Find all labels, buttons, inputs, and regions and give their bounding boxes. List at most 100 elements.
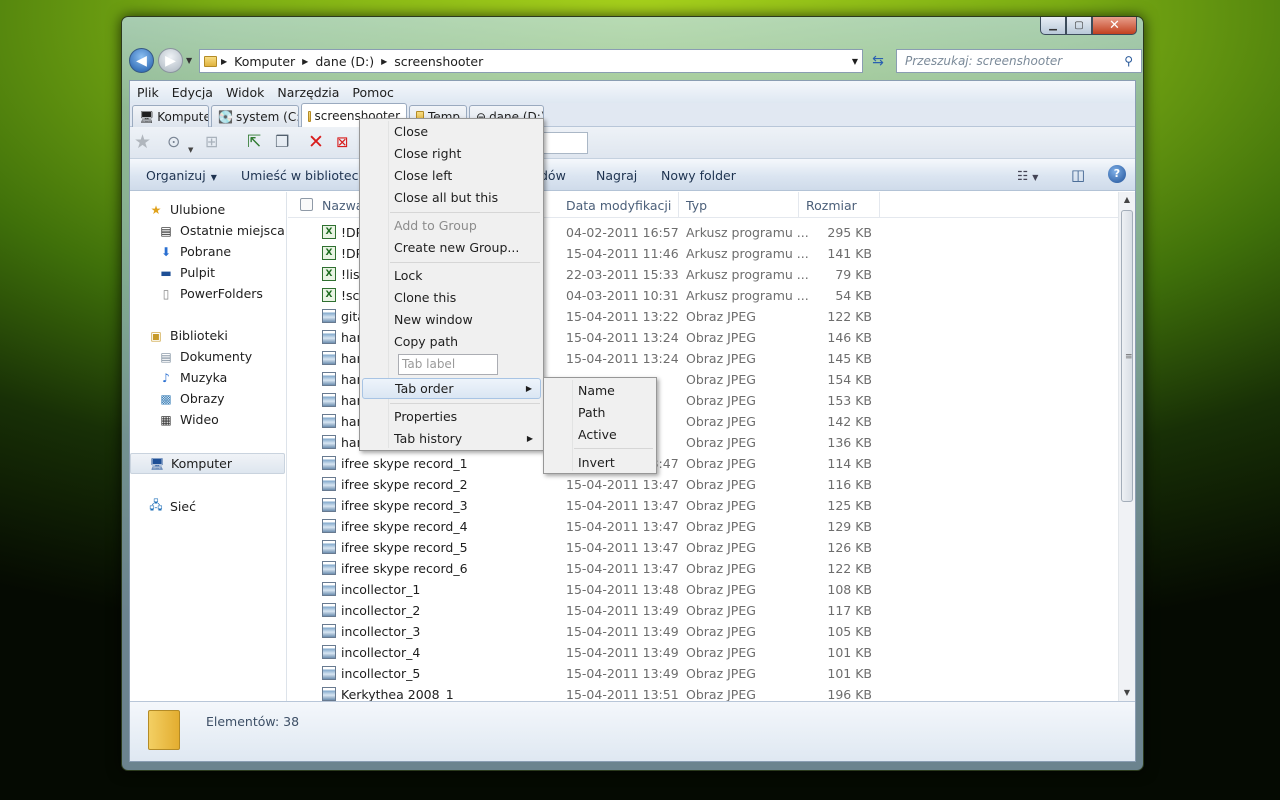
chevron-right-icon[interactable]: ▶ <box>381 57 387 66</box>
search-icon[interactable]: ⚲ <box>1124 54 1133 68</box>
network-icon: 🖧 <box>149 498 163 512</box>
address-segment-computer[interactable]: Komputer <box>234 54 295 69</box>
folder-icon <box>204 55 217 67</box>
burn-button[interactable]: Nagraj <box>596 168 637 183</box>
nav-video[interactable]: ▦ Wideo <box>158 412 219 427</box>
submenu-item-active[interactable]: Active <box>546 424 654 445</box>
help-icon[interactable]: ? <box>1108 165 1126 183</box>
menu-tools[interactable]: Narzędzia <box>277 85 339 100</box>
submenu-item-invert[interactable]: Invert <box>546 452 654 473</box>
tab-filter-input[interactable] <box>541 132 588 154</box>
menu-item-tab-history[interactable]: Tab history ▶ <box>362 428 541 449</box>
close-other-tabs-icon[interactable]: ⊠ <box>336 131 349 153</box>
column-name[interactable]: Nazwa <box>322 198 363 213</box>
nav-libraries[interactable]: ▣ Biblioteki <box>148 328 228 343</box>
tab-label-input[interactable]: Tab label <box>398 354 498 375</box>
table-row[interactable]: ifree skype record_4 15-04-2011 13:47 Obra… <box>288 516 1118 537</box>
desktop-icon: ▬ <box>160 265 172 280</box>
windows-flag-icon[interactable]: ⊞ <box>205 131 218 153</box>
close-window-button[interactable]: ✕ <box>1092 17 1137 35</box>
column-type[interactable]: Typ <box>686 198 707 213</box>
chevron-right-icon[interactable]: ▶ <box>221 57 227 66</box>
chevron-down-icon[interactable]: ▼ <box>188 139 193 161</box>
forward-button[interactable]: ▶ <box>158 48 183 73</box>
view-options-icon[interactable]: ☷ ▼ <box>1017 168 1038 183</box>
menu-item-tab-order[interactable]: Tab order ▶ <box>362 378 541 399</box>
include-in-library-button[interactable]: Umieść w bibliotece▼ <box>241 168 377 183</box>
new-folder-button[interactable]: Nowy folder <box>661 168 736 183</box>
table-row[interactable]: ifree skype record_115-04-2011 13:47Obra… <box>288 453 1118 474</box>
table-row[interactable]: incollector_1 15-04-2011 13:48 Obraz JPEG 1… <box>288 579 1118 600</box>
table-row[interactable]: ifree skype record_3 15-04-2011 13:47 Obra… <box>288 495 1118 516</box>
address-segment-screenshooter[interactable]: screenshooter <box>394 54 483 69</box>
table-row[interactable]: ifree skype record_2 15-04-2011 13:47 Obra… <box>288 474 1118 495</box>
menu-view[interactable]: Widok <box>226 85 264 100</box>
nav-favorites[interactable]: ★ Ulubione <box>148 202 226 217</box>
nav-pictures[interactable]: ▩ Obrazy <box>158 391 224 406</box>
jpeg-image-icon <box>322 519 336 533</box>
history-icon[interactable]: ⊙ <box>167 131 180 153</box>
menu-item-create-group[interactable]: Create new Group... <box>362 237 541 258</box>
nav-label: PowerFolders <box>180 286 263 301</box>
recent-pages-dropdown[interactable]: ▼ <box>186 56 192 65</box>
refresh-button[interactable]: ⇆ <box>867 49 889 73</box>
file-date: 15-04-2011 13:47 <box>566 498 679 513</box>
nav-powerfolders[interactable]: ▯ PowerFolders <box>158 286 263 301</box>
search-input[interactable]: Przeszukaj: screenshooter ⚲ <box>896 49 1142 73</box>
chevron-right-icon[interactable]: ▶ <box>302 57 308 66</box>
nav-documents[interactable]: ▤ Dokumenty <box>158 349 252 364</box>
menu-help[interactable]: Pomoc <box>352 85 393 100</box>
menu-item-new-window[interactable]: New window <box>362 309 541 330</box>
address-dropdown-icon[interactable]: ▼ <box>852 57 858 66</box>
open-window-icon[interactable]: ⇱ <box>247 131 261 153</box>
back-button[interactable]: ◀ <box>129 48 154 73</box>
table-row[interactable]: incollector_5 15-04-2011 13:49 Obraz JPEG 1… <box>288 663 1118 684</box>
star-icon[interactable]: ★ <box>134 131 151 153</box>
tab-computer[interactable]: 🖥Komputer <box>132 105 209 127</box>
menu-item-close-left[interactable]: Close left <box>362 165 541 186</box>
address-bar[interactable]: ▶ Komputer ▶ dane (D:) ▶ screenshooter ▼ <box>199 49 863 73</box>
scroll-up-arrow-icon[interactable]: ▲ <box>1119 192 1135 208</box>
table-row[interactable]: ifree skype record_5 15-04-2011 13:47 Obra… <box>288 537 1118 558</box>
maximize-button[interactable]: ▢ <box>1066 17 1092 35</box>
table-row[interactable]: incollector_3 15-04-2011 13:49 Obraz JPEG 1… <box>288 621 1118 642</box>
tab-system-c[interactable]: 💽 system (C:) <box>211 105 299 127</box>
menu-item-properties[interactable]: Properties <box>362 406 541 427</box>
nav-music[interactable]: ♪ Muzyka <box>158 370 227 385</box>
select-all-checkbox[interactable] <box>300 198 313 211</box>
duplicate-tab-icon[interactable]: ❐ <box>275 131 289 153</box>
table-row[interactable]: incollector_2 15-04-2011 13:49 Obraz JPEG 1… <box>288 600 1118 621</box>
vertical-scrollbar[interactable]: ▲ ≡ ▼ <box>1118 192 1135 701</box>
nav-network[interactable]: 🖧 Sieć <box>148 496 196 517</box>
table-row[interactable]: incollector_4 15-04-2011 13:49 Obraz JPEG 1… <box>288 642 1118 663</box>
nav-recent-places[interactable]: ▤ Ostatnie miejsca <box>158 223 284 238</box>
submenu-item-path[interactable]: Path <box>546 402 654 423</box>
column-size[interactable]: Rozmiar <box>806 198 857 213</box>
menu-item-close-all-but-this[interactable]: Close all but this <box>362 187 541 208</box>
file-date: 15-04-2011 13:47 <box>566 477 679 492</box>
minimize-button[interactable]: ▁ <box>1040 17 1066 35</box>
scroll-down-arrow-icon[interactable]: ▼ <box>1119 685 1135 701</box>
column-divider[interactable] <box>879 192 880 218</box>
navigation-pane: ★ Ulubione ▤ Ostatnie miejsca ⬇ Pobrane ▬ Pu… <box>130 192 287 701</box>
column-date[interactable]: Data modyfikacji <box>566 198 671 213</box>
menu-item-close[interactable]: Close <box>362 121 541 142</box>
table-row[interactable]: ifree skype record_6 15-04-2011 13:47 Obra… <box>288 558 1118 579</box>
menu-item-lock[interactable]: Lock <box>362 265 541 286</box>
menu-item-copy-path[interactable]: Copy path <box>362 331 541 352</box>
menu-file[interactable]: Plik <box>137 85 159 100</box>
nav-desktop[interactable]: ▬ Pulpit <box>158 265 215 280</box>
address-segment-drive-d[interactable]: dane (D:) <box>315 54 374 69</box>
menu-edit[interactable]: Edycja <box>172 85 213 100</box>
organize-button[interactable]: Organizuj ▼ <box>146 168 217 183</box>
nav-computer[interactable]: 🖥 Komputer <box>130 453 285 474</box>
nav-downloads[interactable]: ⬇ Pobrane <box>158 244 231 259</box>
file-size: 196 KB <box>827 687 872 702</box>
column-divider[interactable] <box>678 192 679 218</box>
column-divider[interactable] <box>798 192 799 218</box>
preview-pane-icon[interactable]: ◫ <box>1071 166 1085 184</box>
close-tab-icon[interactable]: ✕ <box>308 131 324 153</box>
menu-item-close-right[interactable]: Close right <box>362 143 541 164</box>
menu-item-clone[interactable]: Clone this <box>362 287 541 308</box>
submenu-item-name[interactable]: Name <box>546 380 654 401</box>
